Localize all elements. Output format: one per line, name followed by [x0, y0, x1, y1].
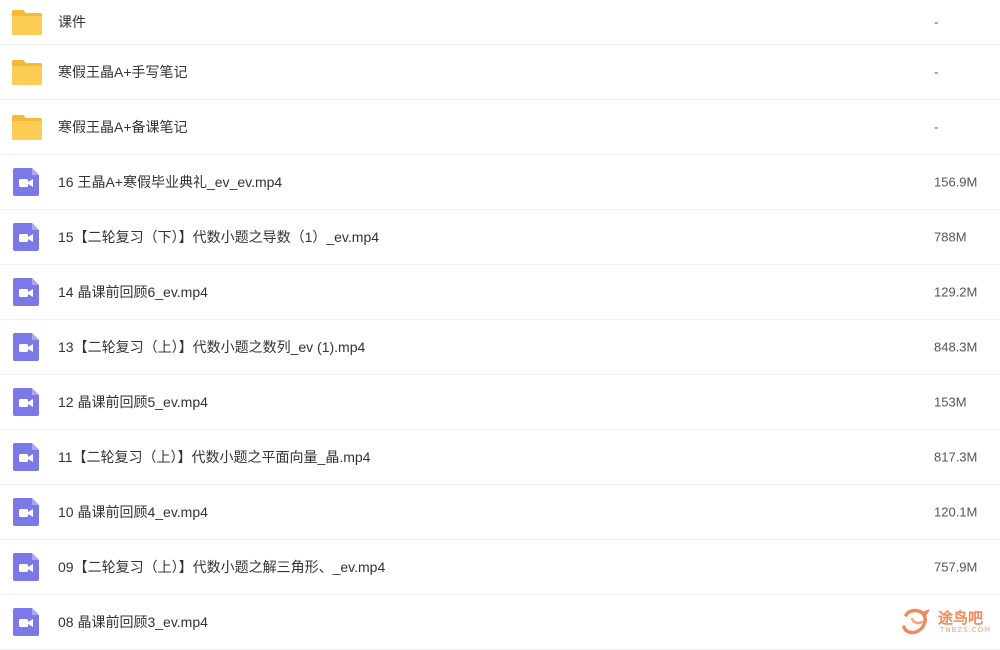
file-size: - — [934, 64, 939, 80]
file-list: 课件 - 寒假王晶A+手写笔记 - 寒假王晶A+备课笔记 - 16 王晶A+寒假毕业典礼_e… — [0, 0, 1000, 650]
file-name[interactable]: 15【二轮复习（下）】代数小题之导数（1）_ev.mp4 — [58, 227, 379, 247]
file-row[interactable]: 14 晶课前回顾6_ev.mp4 129.2M — [0, 265, 1000, 320]
folder-row[interactable]: 寒假王晶A+手写笔记 - — [0, 45, 1000, 100]
file-name[interactable]: 课件 — [58, 12, 86, 32]
file-row[interactable]: 16 王晶A+寒假毕业典礼_ev_ev.mp4 156.9M — [0, 155, 1000, 210]
file-row[interactable]: 10 晶课前回顾4_ev.mp4 120.1M — [0, 485, 1000, 540]
file-size: 848.3M — [934, 339, 978, 355]
file-row[interactable]: 15【二轮复习（下）】代数小题之导数（1）_ev.mp4 788M — [0, 210, 1000, 265]
file-size: 757.9M — [934, 559, 978, 575]
video-file-icon — [11, 222, 43, 252]
folder-icon — [11, 7, 43, 37]
file-name[interactable]: 11【二轮复习（上）】代数小题之平面向量_晶.mp4 — [58, 447, 370, 467]
file-name[interactable]: 10 晶课前回顾4_ev.mp4 — [58, 502, 208, 522]
file-size: 156.9M — [934, 174, 978, 190]
video-file-icon — [11, 332, 43, 362]
file-size: 788M — [934, 229, 967, 245]
file-name[interactable]: 16 王晶A+寒假毕业典礼_ev_ev.mp4 — [58, 172, 282, 192]
file-name[interactable]: 13【二轮复习（上）】代数小题之数列_ev (1).mp4 — [58, 337, 365, 357]
video-file-icon — [11, 607, 43, 637]
file-size: - — [934, 119, 939, 135]
watermark-text: 途鸟吧 — [938, 609, 984, 627]
file-row[interactable]: 08 晶课前回顾3_ev.mp4 — [0, 595, 1000, 650]
file-size: 120.1M — [934, 504, 978, 520]
watermark-subtext: TNBZS.COM — [940, 626, 992, 634]
file-row[interactable]: 11【二轮复习（上）】代数小题之平面向量_晶.mp4 817.3M — [0, 430, 1000, 485]
file-size: - — [934, 14, 939, 30]
file-name[interactable]: 14 晶课前回顾6_ev.mp4 — [58, 282, 208, 302]
video-file-icon — [11, 442, 43, 472]
bird-logo-icon — [902, 608, 930, 635]
file-size: 153M — [934, 394, 967, 410]
video-file-icon — [11, 167, 43, 197]
folder-icon — [11, 112, 43, 142]
folder-row[interactable]: 课件 - — [0, 0, 1000, 45]
folder-icon — [11, 57, 43, 87]
file-name[interactable]: 寒假王晶A+手写笔记 — [58, 62, 188, 82]
file-row[interactable]: 09【二轮复习（上）】代数小题之解三角形、_ev.mp4 757.9M — [0, 540, 1000, 595]
file-name[interactable]: 09【二轮复习（上）】代数小题之解三角形、_ev.mp4 — [58, 557, 385, 577]
folder-row[interactable]: 寒假王晶A+备课笔记 - — [0, 100, 1000, 155]
video-file-icon — [11, 497, 43, 527]
file-row[interactable]: 12 晶课前回顾5_ev.mp4 153M — [0, 375, 1000, 430]
file-size: 817.3M — [934, 449, 978, 465]
video-file-icon — [11, 387, 43, 417]
file-name[interactable]: 08 晶课前回顾3_ev.mp4 — [58, 612, 208, 632]
file-row[interactable]: 13【二轮复习（上）】代数小题之数列_ev (1).mp4 848.3M — [0, 320, 1000, 375]
file-name[interactable]: 12 晶课前回顾5_ev.mp4 — [58, 392, 208, 412]
video-file-icon — [11, 552, 43, 582]
file-name[interactable]: 寒假王晶A+备课笔记 — [58, 117, 188, 137]
video-file-icon — [11, 277, 43, 307]
file-size: 129.2M — [934, 284, 978, 300]
watermark-logo: 途鸟吧 TNBZS.COM — [900, 605, 992, 639]
